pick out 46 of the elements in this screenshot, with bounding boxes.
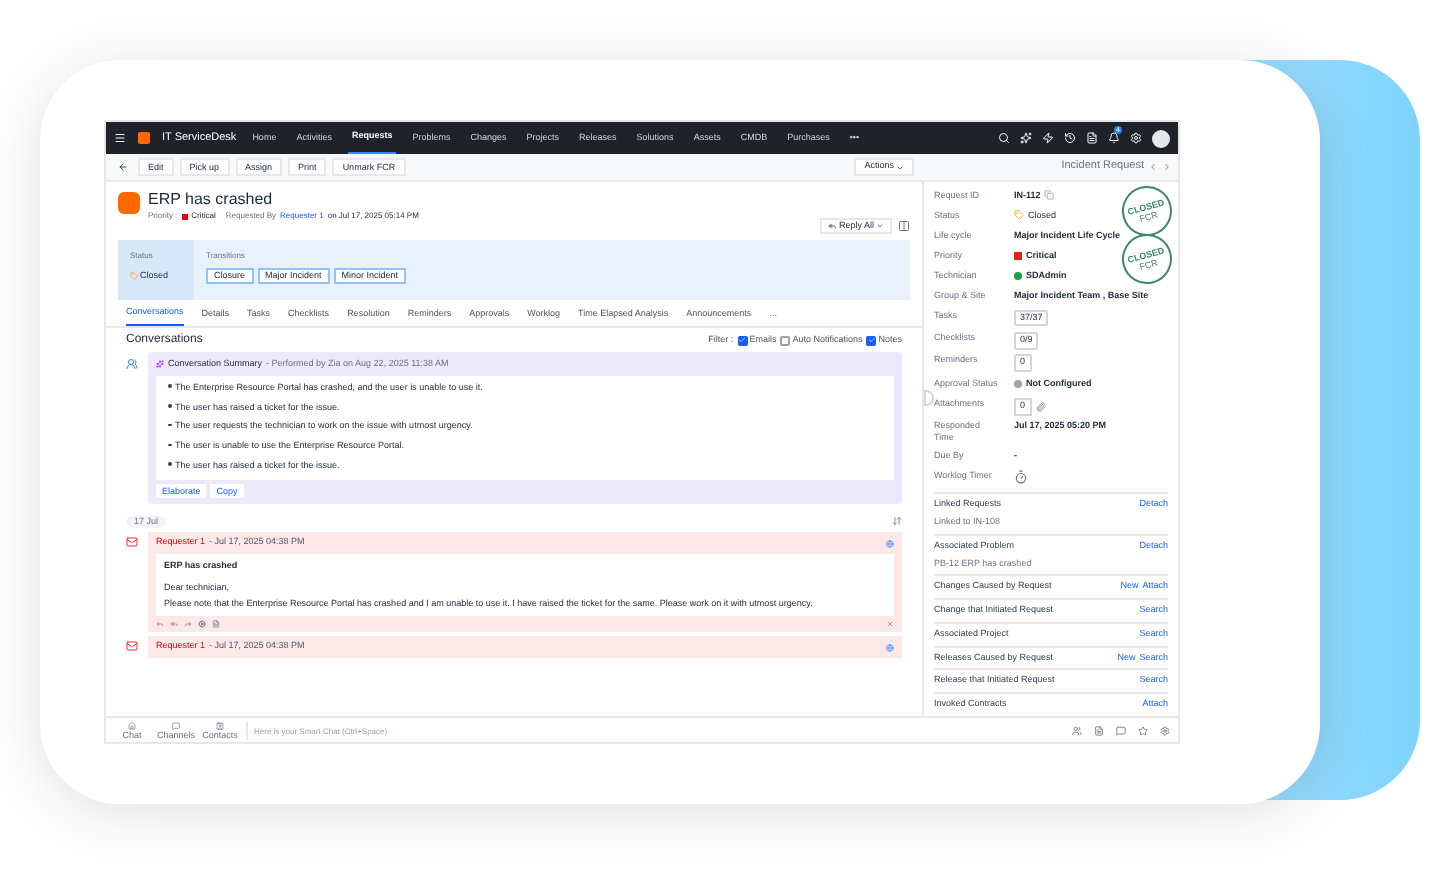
reply-all-icon: [828, 222, 837, 230]
next-icon: [1162, 162, 1172, 172]
check-icon: [867, 336, 876, 344]
shortcut-icon: [128, 721, 136, 729]
forward-icon: [184, 620, 192, 629]
settings-icon: [1160, 725, 1170, 735]
back-button[interactable]: [114, 162, 132, 172]
status-icon: [130, 272, 138, 281]
copy-icon: [1044, 190, 1055, 201]
request-title: ERP has crashed: [148, 190, 275, 208]
status-icon: [1014, 210, 1024, 221]
check-icon: [738, 336, 747, 344]
star-icon: [1138, 725, 1148, 735]
note-icon: [1094, 725, 1104, 735]
filter-checkbox[interactable]: [780, 335, 791, 345]
sparkle-icon: [156, 360, 164, 369]
mail-icon: [126, 640, 138, 653]
mail-icon: [126, 536, 138, 549]
reply-icon: [156, 620, 164, 629]
incident-icon: [118, 192, 140, 214]
document-icon: [212, 620, 220, 629]
chat-icon: [1116, 725, 1126, 735]
history-icon: [1064, 132, 1076, 144]
paperclip-icon: [1035, 401, 1046, 412]
document-icon: [1086, 132, 1098, 144]
back-arrow-icon: [118, 162, 128, 172]
shortcut-icon: [172, 721, 180, 729]
avatar[interactable]: [1152, 129, 1170, 147]
search-icon: [998, 132, 1010, 144]
shortcut-icon: [216, 721, 224, 729]
sort-icon: [892, 516, 902, 527]
menu-icon: [114, 132, 126, 144]
globe-icon: [886, 539, 894, 548]
sparkle-icon: [1020, 132, 1032, 144]
people-icon: [1072, 725, 1082, 735]
app-logo-icon: [138, 132, 150, 144]
collapse-handle[interactable]: [924, 390, 934, 406]
previous-icon: [1148, 162, 1158, 172]
bell-icon: [1108, 132, 1120, 144]
lightning-icon: [1042, 132, 1054, 144]
globe-icon: [886, 643, 894, 652]
layout-icon: [898, 220, 910, 232]
reply-all-icon: [170, 620, 178, 629]
priority-square-icon: [181, 213, 188, 219]
timer-icon: [1014, 469, 1028, 484]
settings-icon: [1130, 132, 1142, 144]
